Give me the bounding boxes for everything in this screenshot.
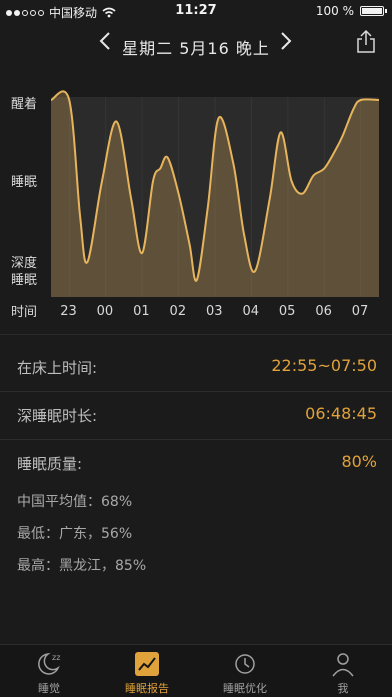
report-chart-icon — [135, 652, 159, 676]
highest-stat: 最高：黑龙江，85% — [17, 558, 147, 574]
y-label-deep-1: 深度 — [11, 256, 38, 271]
sleep-curve-plot — [50, 90, 380, 297]
tab-me[interactable]: 我 — [294, 645, 392, 697]
next-day-button[interactable] — [280, 31, 292, 57]
tab-sleep-report-label: 睡眠报告 — [125, 682, 169, 695]
in-bed-label: 在床上时间: — [17, 359, 98, 377]
optimize-icon — [235, 654, 255, 674]
battery-percent: 100 % — [315, 4, 354, 18]
deep-sleep-row: 深睡眠时长: 06:48:45 — [0, 391, 392, 440]
x-tick-label: 07 — [351, 304, 369, 319]
deep-sleep-value: 06:48:45 — [305, 404, 377, 423]
in-bed-row: 在床上时间: 22:55~07:50 — [0, 343, 392, 392]
x-tick-label: 00 — [96, 304, 114, 319]
lowest-stat: 最低：广东，56% — [17, 526, 133, 542]
x-tick-label: 01 — [133, 304, 150, 319]
tab-sleep-label: 睡觉 — [38, 682, 60, 695]
national-average: 中国平均值：68% — [17, 494, 133, 510]
x-tick-label: 02 — [169, 304, 187, 319]
x-axis-title: 时间 — [11, 305, 38, 320]
date-navigation: 星期二 5月16 晚上 — [0, 22, 392, 66]
y-label-awake: 醒着 — [11, 97, 38, 112]
x-tick-label: 05 — [278, 304, 296, 319]
y-label-deep-2: 睡眠 — [11, 273, 38, 288]
y-label-sleep: 睡眠 — [11, 175, 38, 190]
battery-icon — [360, 6, 387, 16]
quality-value: 80% — [341, 452, 377, 471]
tab-me-label: 我 — [337, 682, 349, 695]
tab-sleep-optimize-label: 睡眠优化 — [223, 682, 267, 695]
share-icon — [357, 29, 375, 53]
svg-text:zz: zz — [52, 653, 60, 662]
x-tick-label: 03 — [206, 304, 223, 319]
x-tick-label: 04 — [242, 304, 259, 319]
tab-sleep-optimize[interactable]: 睡眠优化 — [196, 645, 294, 697]
divider — [0, 334, 392, 335]
tab-bar: zz 睡觉 睡眠报告 睡眠优化 我 — [0, 644, 392, 697]
share-button[interactable] — [356, 29, 376, 58]
status-bar: 中国移动 11:27 100 % — [0, 0, 392, 22]
chevron-right-icon — [281, 32, 292, 50]
sleep-chart: 醒着 睡眠 深度 睡眠 时间 23 00 01 02 03 04 05 06 07 — [0, 66, 392, 328]
person-icon — [332, 653, 354, 677]
date-title: 星期二 5月16 晚上 — [122, 39, 270, 58]
x-tick-label: 06 — [315, 304, 332, 319]
tab-sleep[interactable]: zz 睡觉 — [0, 645, 98, 697]
quality-label: 睡眠质量: — [17, 455, 83, 473]
x-tick-label: 23 — [60, 304, 77, 319]
quality-row: 睡眠质量: 80% — [0, 439, 392, 487]
deep-sleep-label: 深睡眠时长: — [17, 407, 98, 425]
status-right: 100 % — [315, 4, 387, 18]
tab-sleep-report[interactable]: 睡眠报告 — [98, 645, 196, 697]
in-bed-value: 22:55~07:50 — [271, 356, 377, 375]
moon-zzz-icon: zz — [38, 653, 60, 675]
